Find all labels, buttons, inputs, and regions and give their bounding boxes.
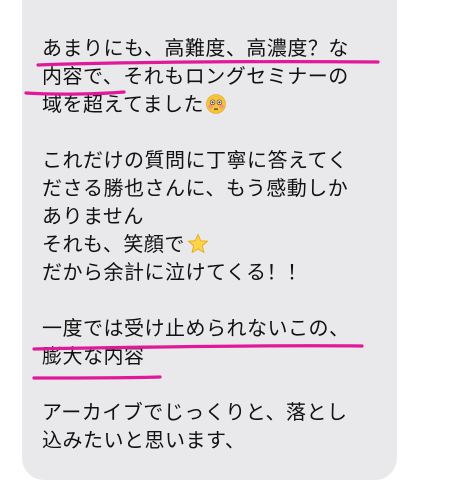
message-line: それも、笑顔で [42,232,185,256]
message-line: 膨大な内容 [42,344,145,368]
message-line: ありません [42,204,144,228]
message-line: ださる勝也さんに、もう感動しか [42,176,349,200]
paragraph-2: これだけの質問に丁寧に答えてく ださる勝也さんに、もう感動しか ありません それ… [42,146,392,286]
paragraph-1: あまりにも、高難度、高濃度？な 内容で、それもロングセミナーの 域を超えてました [42,34,392,118]
message-text: あまりにも、高難度、高濃度？な 内容で、それもロングセミナーの 域を超えてました… [42,0,392,454]
message-line: これだけの質問に丁寧に答えてく [42,148,348,172]
star-icon [187,233,209,255]
paragraph-4: アーカイブでじっくりと、落とし 込みたいと思います、 [42,398,392,454]
message-line: 域を超えてました [42,92,204,116]
message-line-with-emoji: それも、笑顔で [42,230,392,258]
message-line: だから余計に泣けてくる！！ [42,260,308,284]
message-line: 込みたいと思います、 [42,428,246,452]
paragraph-3: 一度では受け止められないこの、 膨大な内容 [42,314,392,370]
message-line: 一度では受け止められないこの、 [42,316,350,340]
message-line: あまりにも、高難度、高濃度？な [42,36,349,60]
message-line: 内容で、それもロングセミナーの [42,64,349,88]
flushed-face-icon [206,93,226,114]
message-line: アーカイブでじっくりと、落とし [42,400,348,424]
message-line-with-emoji: 域を超えてました [42,90,392,118]
